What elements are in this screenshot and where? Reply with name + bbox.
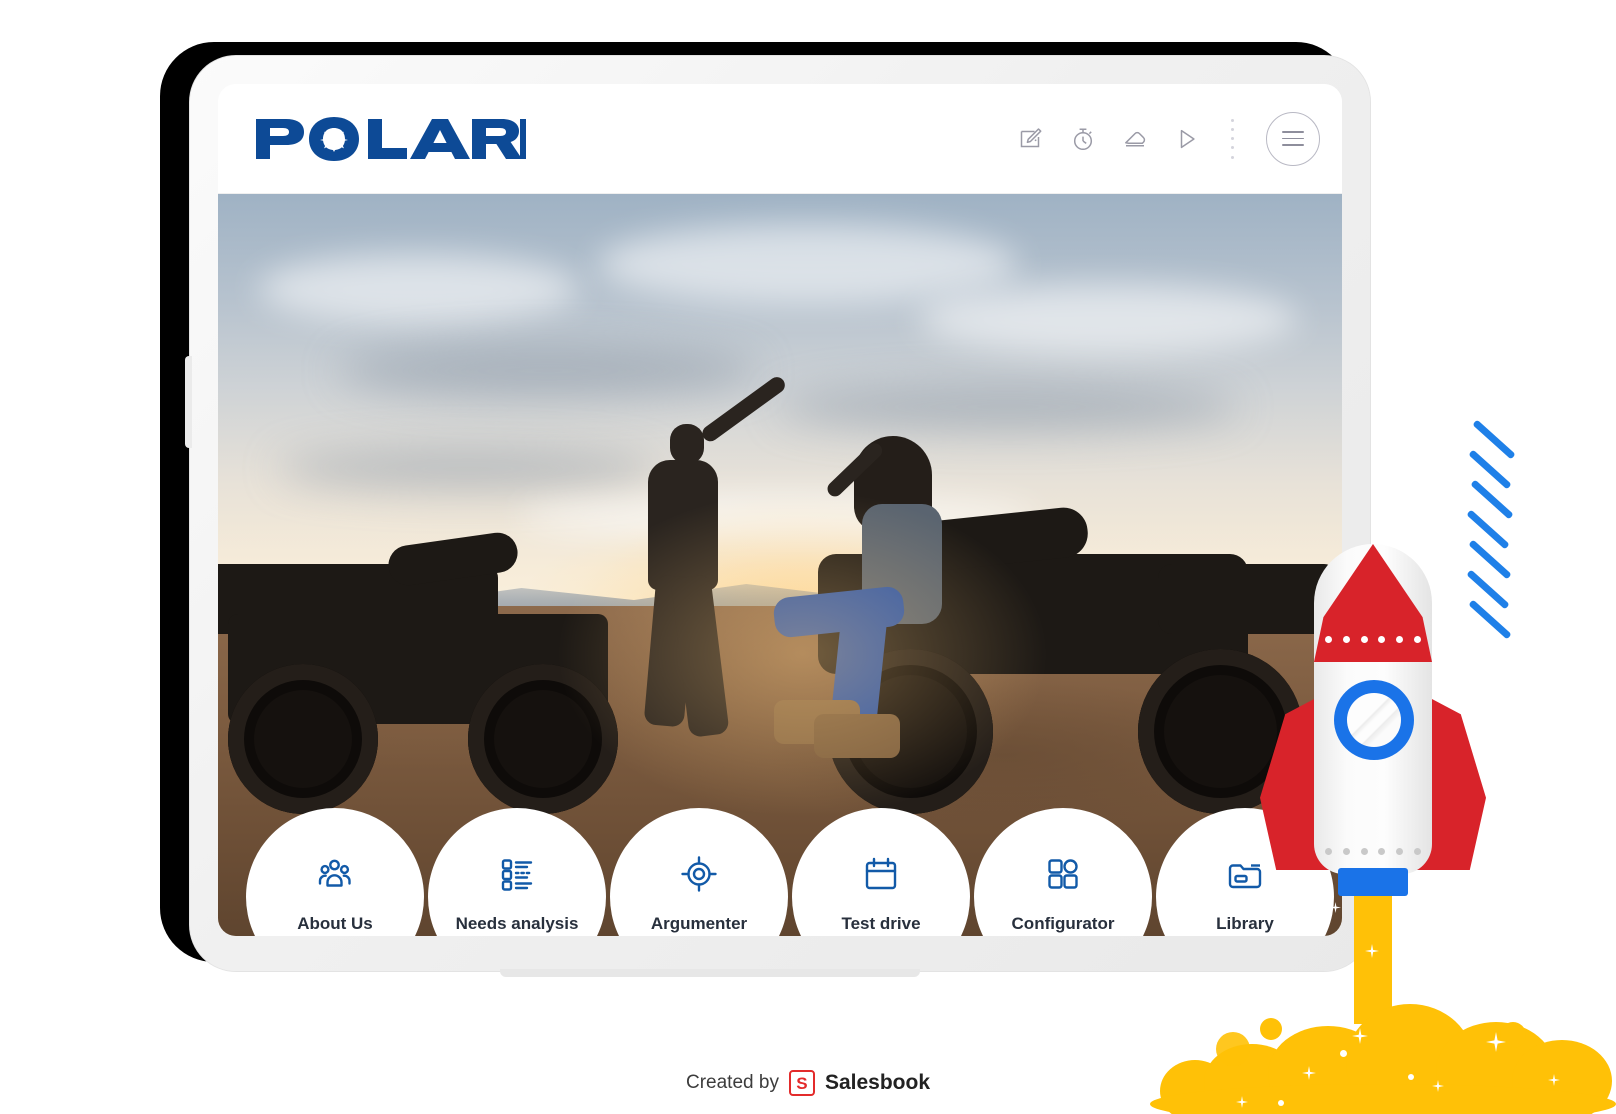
rocket-illustration (1258, 530, 1488, 1024)
play-icon[interactable] (1170, 122, 1204, 156)
header-toolbar (1014, 111, 1320, 166)
app-header (218, 84, 1342, 194)
timer-icon[interactable] (1066, 122, 1100, 156)
cloud (338, 344, 758, 398)
atv-wheel (468, 664, 618, 814)
grid-shapes-icon (1041, 850, 1085, 898)
toolbar-divider (1230, 118, 1234, 159)
tablet-side-button[interactable] (185, 356, 192, 448)
cloud (598, 224, 1018, 304)
sparkle-dot (1340, 1050, 1347, 1057)
tablet-device: About Us Needs analysis Argumenter Test … (185, 56, 1370, 977)
nav-item-label: About Us (297, 914, 373, 933)
nav-item-configurator[interactable]: Configurator (974, 808, 1152, 936)
tablet-bottom-edge (500, 969, 920, 977)
nav-item-label: Test drive (841, 914, 921, 933)
people-group-icon (313, 850, 357, 898)
cloud (278, 449, 658, 489)
rocket-nose-rivets (1320, 636, 1426, 643)
cloud (258, 254, 578, 324)
rocket-engine-band (1338, 868, 1408, 896)
polaris-logo[interactable] (256, 115, 526, 163)
nav-item-about-us[interactable]: About Us (246, 808, 424, 936)
footer-credit: Created by S Salesbook (0, 1070, 1616, 1096)
annotate-icon[interactable] (1014, 122, 1048, 156)
nav-item-needs-analysis[interactable]: Needs analysis (428, 808, 606, 936)
target-crosshair-icon (677, 850, 721, 898)
nav-item-label: Argumenter (650, 914, 748, 933)
cloud (778, 384, 1238, 430)
calendar-icon (859, 850, 903, 898)
salesbook-brand-name[interactable]: Salesbook (825, 1071, 930, 1095)
rocket-porthole (1334, 680, 1414, 760)
footer-created-by-label: Created by (686, 1072, 779, 1093)
rocket-base-rivets (1320, 848, 1426, 855)
nav-item-label: Needs analysis (455, 914, 579, 933)
nav-item-label: Configurator (1011, 914, 1115, 933)
tablet-screen: About Us Needs analysis Argumenter Test … (218, 84, 1342, 936)
atv-wheel (228, 664, 378, 814)
rider-man-head (670, 424, 704, 464)
hamburger-menu-button[interactable] (1266, 111, 1320, 166)
rider-man-torso (648, 460, 718, 590)
nav-item-argumenter[interactable]: Argumenter (610, 808, 788, 936)
cloud (918, 284, 1298, 354)
salesbook-logo-letter: S (796, 1073, 808, 1093)
rider-boot (814, 714, 900, 758)
hero-image: About Us Needs analysis Argumenter Test … (218, 194, 1342, 936)
main-nav: About Us Needs analysis Argumenter Test … (246, 808, 1334, 936)
screenshot-stage: About Us Needs analysis Argumenter Test … (0, 0, 1616, 1114)
nav-item-test-drive[interactable]: Test drive (792, 808, 970, 936)
rocket-porthole-glass (1347, 693, 1401, 747)
salesbook-logo-icon[interactable]: S (788, 1070, 815, 1096)
checklist-icon (495, 850, 539, 898)
eraser-icon[interactable] (1118, 122, 1152, 156)
sparkle-dot (1278, 1100, 1284, 1106)
